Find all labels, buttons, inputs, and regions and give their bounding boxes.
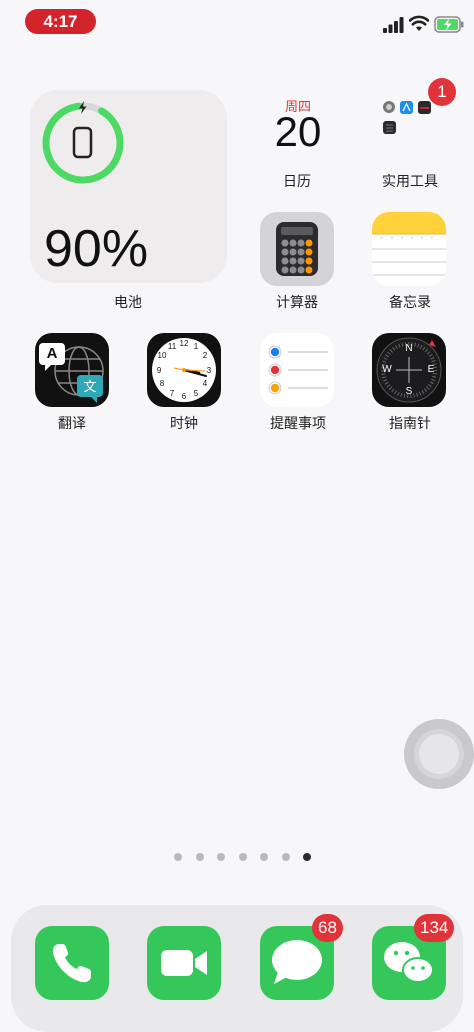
- notes-app[interactable]: [372, 212, 446, 286]
- utilities-label: 实用工具: [382, 174, 438, 190]
- page-dot[interactable]: [174, 853, 182, 861]
- page-dot[interactable]: [217, 853, 225, 861]
- notes-label: 备忘录: [389, 295, 431, 311]
- svg-text:6: 6: [182, 392, 187, 401]
- messages-badge: 68: [312, 914, 343, 942]
- notes-icon: [372, 212, 446, 276]
- battery-widget-label: 电池: [114, 295, 142, 311]
- svg-text:5: 5: [194, 389, 199, 398]
- reminders-label: 提醒事项: [270, 416, 326, 432]
- calculator-icon: [276, 222, 318, 276]
- battery-percent: 90%: [44, 220, 149, 278]
- translate-letter-wen: 文: [83, 380, 97, 395]
- page-dot[interactable]: [303, 853, 311, 861]
- facetime-app[interactable]: [147, 926, 221, 1000]
- svg-text:1: 1: [194, 342, 199, 351]
- page-dot[interactable]: [239, 853, 247, 861]
- cellular-signal-icon: [383, 17, 404, 33]
- compass-label: 指南针: [389, 416, 431, 432]
- phone-app[interactable]: [35, 926, 109, 1000]
- svg-text:2: 2: [203, 351, 208, 360]
- compass-east: E: [427, 364, 435, 375]
- battery-charging-icon: [434, 16, 464, 33]
- calculator-label: 计算器: [276, 295, 318, 311]
- svg-text:7: 7: [170, 389, 175, 398]
- compass-west: W: [382, 364, 392, 375]
- calculator-app[interactable]: [260, 212, 334, 286]
- phone-icon: [52, 944, 91, 983]
- svg-text:8: 8: [160, 379, 165, 388]
- assistive-touch-button[interactable]: [404, 719, 474, 789]
- compass-south: S: [405, 386, 413, 397]
- assistive-touch-inner: [419, 734, 459, 774]
- translate-label: 翻译: [58, 416, 86, 432]
- clock-label: 时钟: [170, 416, 198, 432]
- calendar-label: 日历: [283, 174, 311, 190]
- page-dot[interactable]: [196, 853, 204, 861]
- reminders-icon: [268, 345, 328, 395]
- svg-text:11: 11: [168, 342, 177, 351]
- status-time[interactable]: 4:17: [25, 9, 96, 34]
- wifi-icon: [409, 15, 429, 31]
- calendar-date: 20: [274, 108, 322, 155]
- svg-text:3: 3: [207, 366, 212, 375]
- svg-text:10: 10: [158, 351, 167, 360]
- video-camera-icon: [161, 950, 207, 976]
- svg-text:4: 4: [203, 379, 208, 388]
- clock-app[interactable]: 12 1 2 345 678 9 10 11: [147, 333, 221, 407]
- folder-mini-icons: [383, 101, 431, 134]
- reminders-app[interactable]: [260, 333, 334, 407]
- translate-app[interactable]: A 文: [35, 333, 109, 407]
- svg-text:12: 12: [180, 339, 189, 348]
- utilities-badge: 1: [428, 78, 456, 106]
- wechat-badge: 134: [414, 914, 455, 942]
- page-dot[interactable]: [260, 853, 268, 861]
- clock-icon: 12 12 345 678 91011: [152, 338, 216, 402]
- page-dot[interactable]: [282, 853, 290, 861]
- svg-text:9: 9: [157, 366, 162, 375]
- battery-ring-icon: [42, 101, 124, 184]
- compass-app[interactable]: N E S W: [372, 333, 446, 407]
- compass-north: N: [405, 343, 413, 354]
- translate-letter-a: A: [46, 345, 58, 362]
